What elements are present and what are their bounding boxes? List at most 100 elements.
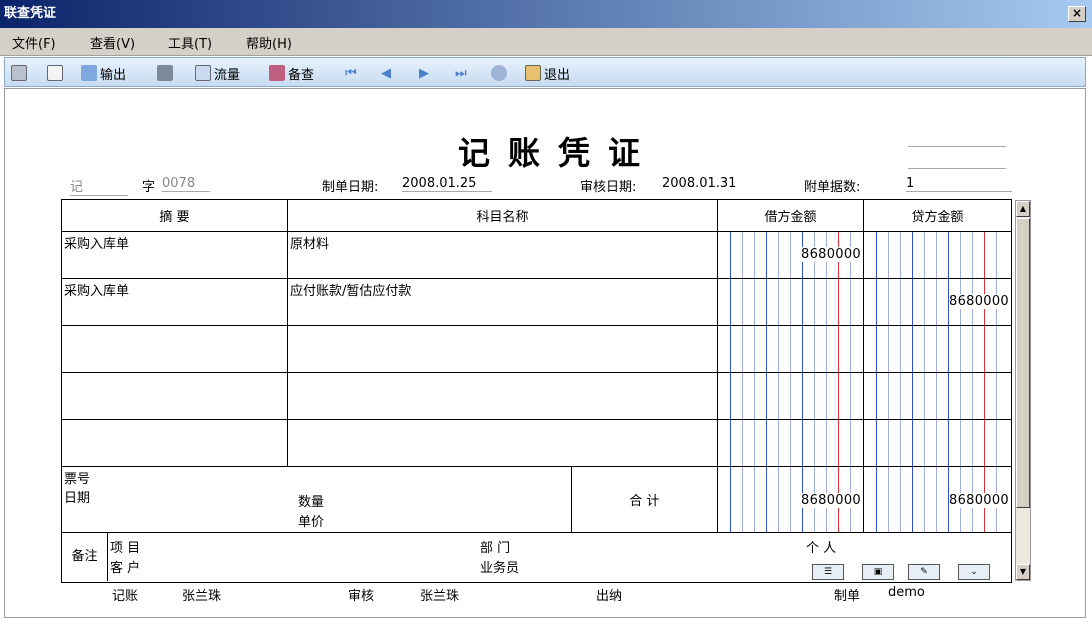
- digit-grid-line: [766, 279, 767, 325]
- credit-total: 8680000: [949, 493, 1009, 508]
- prev-icon: ◀: [381, 65, 391, 81]
- bookkeeper-name: 张兰珠: [182, 589, 222, 604]
- flow-button[interactable]: 流量: [195, 63, 240, 83]
- digit-grid-line: [826, 420, 827, 466]
- tools-icon-button[interactable]: ✎: [908, 564, 940, 580]
- digit-grid-line: [960, 420, 961, 466]
- credit-amount: 8680000: [949, 294, 1009, 309]
- preview-button[interactable]: [47, 63, 63, 83]
- close-button[interactable]: ×: [1068, 6, 1086, 22]
- find-button[interactable]: [157, 63, 173, 83]
- check-label: 备查: [288, 67, 315, 83]
- debit-cell[interactable]: [717, 325, 864, 373]
- notebook-icon: [269, 65, 285, 81]
- menu-tools[interactable]: 工具(T): [168, 33, 212, 52]
- account-cell[interactable]: [287, 372, 718, 420]
- maker-name: demo: [888, 585, 925, 600]
- check-button[interactable]: 备查: [269, 63, 314, 83]
- credit-cell[interactable]: [863, 231, 1012, 279]
- audit-date: 2008.01.31: [662, 176, 737, 191]
- table-row: [61, 419, 1012, 467]
- account-cell[interactable]: 原材料: [287, 231, 718, 279]
- first-icon: ⏮: [345, 65, 357, 81]
- debit-cell[interactable]: [717, 419, 864, 467]
- digit-grid-line: [888, 420, 889, 466]
- vertical-scrollbar[interactable]: ▲ ▼: [1015, 200, 1031, 581]
- digit-grid-line: [888, 373, 889, 419]
- debit-cell[interactable]: [717, 278, 864, 326]
- scroll-thumb[interactable]: [1016, 218, 1030, 508]
- scroll-up-button[interactable]: ▲: [1016, 201, 1030, 217]
- digit-grid-line: [766, 467, 767, 532]
- digit-grid-line: [876, 420, 877, 466]
- digit-grid-line: [730, 420, 731, 466]
- digit-grid-line: [766, 420, 767, 466]
- credit-cell[interactable]: [863, 325, 1012, 373]
- first-button[interactable]: ⏮: [345, 63, 357, 83]
- next-button[interactable]: ▶: [419, 63, 429, 83]
- last-button[interactable]: ⏭: [455, 63, 467, 83]
- prev-button[interactable]: ◀: [381, 63, 391, 83]
- expand-button[interactable]: ⌄: [958, 564, 990, 580]
- digit-grid-line: [912, 373, 913, 419]
- digit-grid-line: [900, 279, 901, 325]
- digit-grid-line: [984, 326, 985, 372]
- summary-cell[interactable]: [61, 372, 288, 420]
- table-row: 采购入库单 原材料 8680000: [61, 231, 1012, 279]
- printer-icon: [11, 65, 27, 81]
- digit-grid-line: [730, 232, 731, 278]
- toolbar: 输出 流量 备查 ⏮ ◀ ▶ ⏭ 退出: [4, 57, 1086, 87]
- voucher-type[interactable]: 记: [70, 176, 128, 196]
- digit-grid-line: [948, 420, 949, 466]
- digit-grid-line: [972, 373, 973, 419]
- digit-grid-line: [778, 467, 779, 532]
- digit-grid-line: [766, 373, 767, 419]
- scroll-down-button[interactable]: ▼: [1016, 564, 1030, 580]
- digit-grid-line: [730, 326, 731, 372]
- summary-cell[interactable]: 采购入库单: [61, 231, 288, 279]
- digit-grid-line: [742, 279, 743, 325]
- digit-grid-line: [948, 232, 949, 278]
- summary-cell[interactable]: 采购入库单: [61, 278, 288, 326]
- menu-help[interactable]: 帮助(H): [246, 33, 292, 52]
- voucher-number[interactable]: 0078: [162, 176, 210, 192]
- menu-file[interactable]: 文件(F): [12, 33, 56, 52]
- summary-cell[interactable]: [61, 325, 288, 373]
- digit-grid-line: [778, 373, 779, 419]
- attach-count[interactable]: 1: [906, 176, 1012, 192]
- menu-view[interactable]: 查看(V): [90, 33, 135, 52]
- digit-grid-line: [972, 420, 973, 466]
- credit-cell[interactable]: 8680000: [863, 278, 1012, 326]
- bank-icon-button[interactable]: ▣: [862, 564, 894, 580]
- digit-grid-line: [888, 279, 889, 325]
- ticket-label: 票号: [64, 472, 91, 487]
- digit-grid-line: [838, 420, 839, 466]
- help-button[interactable]: [491, 63, 507, 83]
- credit-cell[interactable]: [863, 372, 1012, 420]
- digit-grid-line: [996, 232, 997, 278]
- credit-cell[interactable]: [863, 419, 1012, 467]
- summary-cell[interactable]: [61, 419, 288, 467]
- digit-grid-line: [778, 279, 779, 325]
- make-date[interactable]: 2008.01.25: [402, 176, 492, 192]
- debit-cell[interactable]: 8680000: [717, 231, 864, 279]
- audit-date-label: 审核日期:: [580, 180, 637, 195]
- digit-grid-line: [838, 326, 839, 372]
- digit-grid-line: [912, 467, 913, 532]
- account-cell[interactable]: [287, 325, 718, 373]
- notes-icon-button[interactable]: ☰: [812, 564, 844, 580]
- digit-grid-line: [838, 279, 839, 325]
- output-button[interactable]: 输出: [81, 63, 126, 83]
- digit-grid-line: [888, 326, 889, 372]
- print-button[interactable]: [11, 63, 27, 83]
- debit-cell[interactable]: [717, 372, 864, 420]
- account-cell[interactable]: [287, 419, 718, 467]
- exit-icon: [525, 65, 541, 81]
- window-titlebar: 联查凭证 ×: [0, 0, 1092, 28]
- header-account: 科目名称: [287, 199, 718, 232]
- exit-button[interactable]: 退出: [525, 63, 570, 83]
- digit-grid-line: [996, 326, 997, 372]
- digit-grid-line: [924, 373, 925, 419]
- digit-grid-line: [802, 326, 803, 372]
- account-cell[interactable]: 应付账款/暂估应付款: [287, 278, 718, 326]
